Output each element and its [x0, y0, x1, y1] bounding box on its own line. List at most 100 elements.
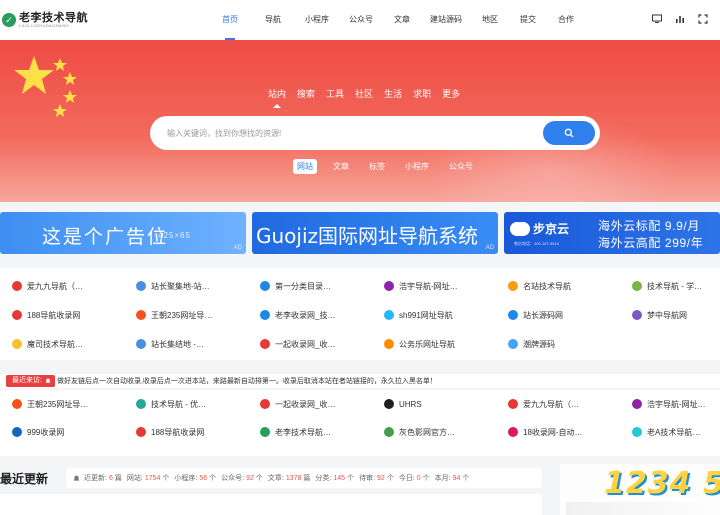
site-link[interactable]: 188导航收录网	[12, 307, 136, 323]
tab-site[interactable]: 站内	[268, 87, 286, 100]
tab-jobs[interactable]: 求职	[413, 87, 431, 100]
site-favicon-icon	[136, 399, 146, 409]
visitor-label: 一起收录网_收…	[275, 399, 336, 409]
subtab-official-account[interactable]: 公众号	[445, 159, 477, 174]
stat-unit: 个	[209, 475, 217, 482]
site-label: 站长集结地 -…	[151, 339, 204, 349]
site-link[interactable]: 技术导航 - 学…	[632, 278, 720, 294]
site-favicon-icon	[12, 310, 22, 320]
search-input[interactable]	[167, 128, 527, 138]
subtab-miniprogram[interactable]: 小程序	[401, 159, 433, 174]
nav-source-code[interactable]: 建站源码	[428, 0, 464, 40]
visitor-link[interactable]: 爱九九导航（…	[508, 396, 632, 412]
nav-miniprogram[interactable]: 小程序	[302, 0, 332, 40]
visitor-link[interactable]: UHRS	[384, 396, 508, 412]
site-favicon-icon	[632, 399, 642, 409]
site-logo[interactable]: ✓ 老李技术导航 LAOLIJISHUDAOHANG	[2, 12, 198, 28]
site-favicon-icon	[260, 281, 270, 291]
site-link[interactable]: 浩宇导航-网址…	[384, 278, 508, 294]
cloud-icon	[510, 221, 530, 236]
visitor-link[interactable]: 王朝235网址导…	[12, 396, 136, 412]
site-link[interactable]: 爱九九导航（…	[12, 278, 136, 294]
recent-visitors-bar: 最近来访: 做好友链后点一次自动收录,收录后点一次进本站，来路最新自动排第一。收…	[0, 374, 720, 388]
site-favicon-icon	[12, 339, 22, 349]
site-link[interactable]: 站长聚集地-站…	[136, 278, 260, 294]
subtab-website[interactable]: 网站	[293, 159, 317, 174]
site-favicon-icon	[136, 427, 146, 437]
site-label: 第一分类目录…	[275, 281, 331, 291]
tab-more[interactable]: 更多	[442, 87, 460, 100]
tab-search[interactable]: 搜索	[297, 87, 315, 100]
ad-banner-3[interactable]: 步京云 售后电话：400-187-9516 海外云标配 9.9/月 海外云高配 …	[504, 212, 720, 254]
visitor-label: 188导航收录网	[151, 427, 205, 437]
nav-home[interactable]: 首页	[218, 0, 242, 40]
main-nav: 首页 导航 小程序 公众号 文章 建站源码 地区 提交 合作	[198, 0, 576, 40]
site-link[interactable]: 潮牌源码	[508, 336, 632, 352]
ad2-text: Guojiz国际网址导航系统	[256, 224, 479, 248]
tab-community[interactable]: 社区	[355, 87, 373, 100]
site-link[interactable]: 魔司技术导航…	[12, 336, 136, 352]
logo-icon: ✓	[2, 13, 16, 27]
nav-cooperation[interactable]: 合作	[556, 0, 576, 40]
stat-unit: 个	[347, 475, 355, 482]
stat-label: 公众号:	[221, 475, 245, 482]
ad-tag: AD	[233, 245, 242, 251]
site-link[interactable]: 老李收录网_技…	[260, 307, 384, 323]
ad-banner-2[interactable]: Guojiz国际网址导航系统 AD	[252, 212, 498, 254]
stat-label: 网站:	[126, 475, 143, 482]
visitor-link[interactable]: 188导航收录网	[136, 424, 260, 440]
fullscreen-icon[interactable]	[698, 14, 708, 24]
search-button[interactable]	[543, 121, 595, 145]
stat-label: 文章:	[267, 475, 284, 482]
site-favicon-icon	[384, 310, 394, 320]
nav-articles[interactable]: 文章	[392, 0, 412, 40]
site-link[interactable]: 站长源码网	[508, 307, 632, 323]
nav-daohang[interactable]: 导航	[262, 0, 284, 40]
stat-value: 94	[452, 474, 461, 482]
site-favicon-icon	[508, 281, 518, 291]
flag-stars-icon	[14, 56, 77, 117]
site-label: 技术导航 - 学…	[647, 281, 703, 291]
site-favicon-icon	[632, 310, 642, 320]
visitor-link[interactable]: 浩宇导航-网址…	[632, 396, 720, 412]
nav-submit[interactable]: 提交	[518, 0, 538, 40]
site-link[interactable]: sh991网址导航	[384, 307, 508, 323]
visitor-link[interactable]: 老李技术导航…	[260, 424, 384, 440]
site-label: 站长聚集地-站…	[151, 281, 210, 291]
ad1-size: 425×65	[158, 231, 191, 240]
recent-visitors-label: 最近来访:	[6, 375, 55, 387]
site-link[interactable]: 公务乐网址导航	[384, 336, 508, 352]
visitor-label: 浩宇导航-网址…	[647, 399, 706, 409]
visitor-link[interactable]: 一起收录网_收…	[260, 396, 384, 412]
stat-unit: 篇	[114, 475, 122, 482]
visitor-link[interactable]: 999收录网	[12, 424, 136, 440]
stat-unit: 个	[162, 475, 170, 482]
promo-image[interactable]: 1234 5	[560, 464, 720, 515]
site-link[interactable]: 一起收录网_收…	[260, 336, 384, 352]
subtab-tag[interactable]: 标签	[365, 159, 389, 174]
visitor-link[interactable]: 技术导航 - 优…	[136, 396, 260, 412]
site-link[interactable]: 王朝235网址导…	[136, 307, 260, 323]
visitor-link[interactable]: 灰色影网官方…	[384, 424, 508, 440]
visitor-link[interactable]: 老A技术导航…	[632, 424, 720, 440]
tab-life[interactable]: 生活	[384, 87, 402, 100]
site-link[interactable]: 站长集结地 -…	[136, 336, 260, 352]
tab-tools[interactable]: 工具	[326, 87, 344, 100]
chart-icon[interactable]	[675, 14, 685, 24]
visitor-link[interactable]: 18收录网-自动…	[508, 424, 632, 440]
stat-unit: 个	[386, 475, 394, 482]
site-link[interactable]: 第一分类目录…	[260, 278, 384, 294]
ad3-tel: 售后电话：400-187-9516	[514, 241, 559, 246]
recent-visitors-grid: 王朝235网址导… 技术导航 - 优… 一起收录网_收… UHRS 爱九九导航（… 浩宇导…	[12, 396, 720, 440]
stat-value: 92	[246, 474, 254, 482]
stat-value: 1378	[285, 474, 302, 482]
site-label: 爱九九导航（…	[27, 281, 83, 291]
monitor-icon[interactable]	[652, 14, 662, 24]
subtab-article[interactable]: 文章	[329, 159, 353, 174]
site-link[interactable]: 名站技术导航	[508, 278, 632, 294]
site-favicon-icon	[508, 427, 518, 437]
ad-banner-1[interactable]: 这是个广告位 425×65 AD	[0, 212, 246, 254]
nav-official-account[interactable]: 公众号	[348, 0, 374, 40]
nav-region[interactable]: 地区	[480, 0, 500, 40]
site-link[interactable]: 梦中导航网	[632, 307, 720, 323]
